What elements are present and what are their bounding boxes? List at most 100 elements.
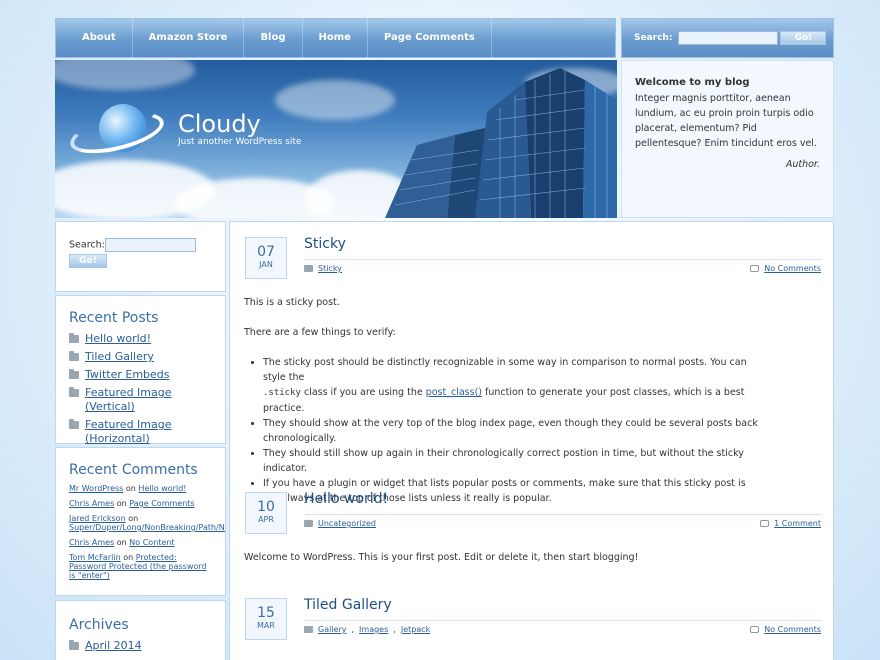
list-item: The sticky post should be distinctly rec… [263,355,764,416]
sidebar-search-widget: Search: Go! [55,221,226,292]
nav-page-comments[interactable]: Page Comments [368,18,492,58]
sidebar-search-input[interactable] [104,238,196,252]
welcome-author: Author. [785,159,820,170]
date-day: 07 [257,244,275,260]
list-item: Tom McFarlin on Protected: Password Prot… [69,553,212,580]
list-item: Jared Erickson on Super/Duper/Long/NonBre… [69,514,225,532]
header-search: Search: Go! [621,18,834,58]
cloud-shape [55,60,195,90]
building-illustration [385,68,617,218]
list-item: Tiled Gallery [69,350,212,364]
sidebar-search-button[interactable]: Go! [69,254,107,268]
recent-post-link[interactable]: Twitter Embeds [85,368,170,382]
text: class if you are using the [300,387,426,398]
folder-icon [69,419,79,429]
welcome-title: Welcome to my blog [635,77,750,88]
category-link[interactable]: Jetpack [401,625,430,634]
header-search-input[interactable] [678,31,779,45]
welcome-box: Welcome to my blog Integer magnis portti… [621,60,834,218]
date-month: APR [258,515,274,524]
recent-post-link[interactable]: Tiled Gallery [85,350,154,364]
list-item: Featured Image (Vertical) [69,386,212,414]
comments-link[interactable]: No Comments [764,264,821,273]
date-badge: 07 JAN [245,237,287,279]
welcome-text: Integer magnis porttitor, aenean lundium… [635,93,817,149]
folder-icon [304,520,313,527]
folder-icon [304,626,313,633]
comment-post-link[interactable]: Hello world! [138,484,186,493]
list-item: Chris Ames on No Content [69,538,212,547]
comment-author-link[interactable]: Mr WordPress [69,484,123,493]
list-item: Chris Ames on Page Comments [69,499,212,508]
comment-post-link[interactable]: No Content [129,538,174,547]
list-item: Hello world! [69,332,212,346]
sidebar-search-label: Search: [69,239,105,251]
post-body: Welcome to WordPress. This is your first… [244,550,824,580]
comment-bubble-icon [760,520,770,527]
recent-comments-widget: Recent Comments Mr WordPress on Hello wo… [55,447,226,596]
post-body: This is a sticky post. There are a few t… [244,295,764,506]
paragraph: There are a few things to verify: [244,327,396,338]
code-sticky: .sticky [263,388,301,398]
category-link[interactable]: Images [359,625,388,634]
comment-bubble-icon [750,265,760,272]
post-title-link[interactable]: Sticky [304,236,346,252]
folder-icon [69,333,79,343]
paragraph: This is a sticky post. [244,297,340,308]
folder-icon [304,265,313,272]
site-title[interactable]: Cloudy [178,110,261,138]
recent-post-link[interactable]: Featured Image (Vertical) [85,386,212,414]
comment-post-link[interactable]: Page Comments [129,499,194,508]
site-tagline: Just another WordPress site [178,137,302,147]
recent-post-link[interactable]: Featured Image (Horizontal) [85,418,212,446]
category-link[interactable]: Sticky [318,264,342,273]
comment-author-link[interactable]: Chris Ames [69,538,114,547]
post-meta: Gallery, Images, Jetpack No Comments [304,620,821,634]
header-search-label: Search: [634,33,673,43]
post-title-link[interactable]: Tiled Gallery [304,597,392,613]
header-banner: Cloudy Just another WordPress site [55,60,617,218]
recent-post-link[interactable]: Hello world! [85,332,151,346]
header-search-button[interactable]: Go! [780,31,827,45]
category-link[interactable]: Uncategorized [318,519,376,528]
list-item: Mr WordPress on Hello world! [69,484,212,493]
comment-on-text: on [116,499,127,508]
date-badge: 15 MAR [245,598,287,640]
archives-widget: Archives April 2014 [55,600,226,660]
archive-link[interactable]: April 2014 [85,639,142,653]
comments-link[interactable]: 1 Comment [774,519,821,528]
list-item: They should still show up again in their… [263,446,764,476]
comment-on-text: on [123,553,134,562]
comment-author-link[interactable]: Chris Ames [69,499,114,508]
nav-blog[interactable]: Blog [244,18,303,58]
text: The sticky post should be distinctly rec… [263,357,747,383]
comments-link[interactable]: No Comments [764,625,821,634]
main-nav: About Amazon Store Blog Home Page Commen… [55,18,616,58]
date-month: JAN [259,260,273,269]
comment-author-link[interactable]: Jared Erickson [69,514,126,523]
folder-icon [69,640,79,650]
nav-amazon-store[interactable]: Amazon Store [133,18,245,58]
comment-post-link[interactable]: Super/Duper/Long/NonBreaking/Path/Name [69,523,225,532]
folder-icon [69,387,79,397]
date-month: MAR [257,621,275,630]
main-content: 07 JAN Sticky Sticky No Comments This is… [229,221,834,660]
nav-home[interactable]: Home [303,18,368,58]
comment-author-link[interactable]: Tom McFarlin [69,553,121,562]
post-class-link[interactable]: post_class() [426,387,482,398]
recent-posts-title: Recent Posts [69,310,159,326]
post-meta: Uncategorized 1 Comment [304,514,821,528]
archives-title: Archives [69,617,129,633]
date-badge: 10 APR [245,492,287,534]
nav-about[interactable]: About [66,18,133,58]
comment-on-text: on [125,484,136,493]
recent-comments-title: Recent Comments [69,462,198,478]
category-link[interactable]: Gallery [318,625,347,634]
date-day: 15 [257,605,275,621]
recent-posts-widget: Recent Posts Hello world! Tiled Gallery … [55,295,226,446]
folder-icon [69,351,79,361]
folder-icon [69,369,79,379]
list-item: They should show at the very top of the … [263,416,764,446]
post-title-link[interactable]: Hello world! [304,491,388,507]
comment-on-text: on [116,538,127,547]
